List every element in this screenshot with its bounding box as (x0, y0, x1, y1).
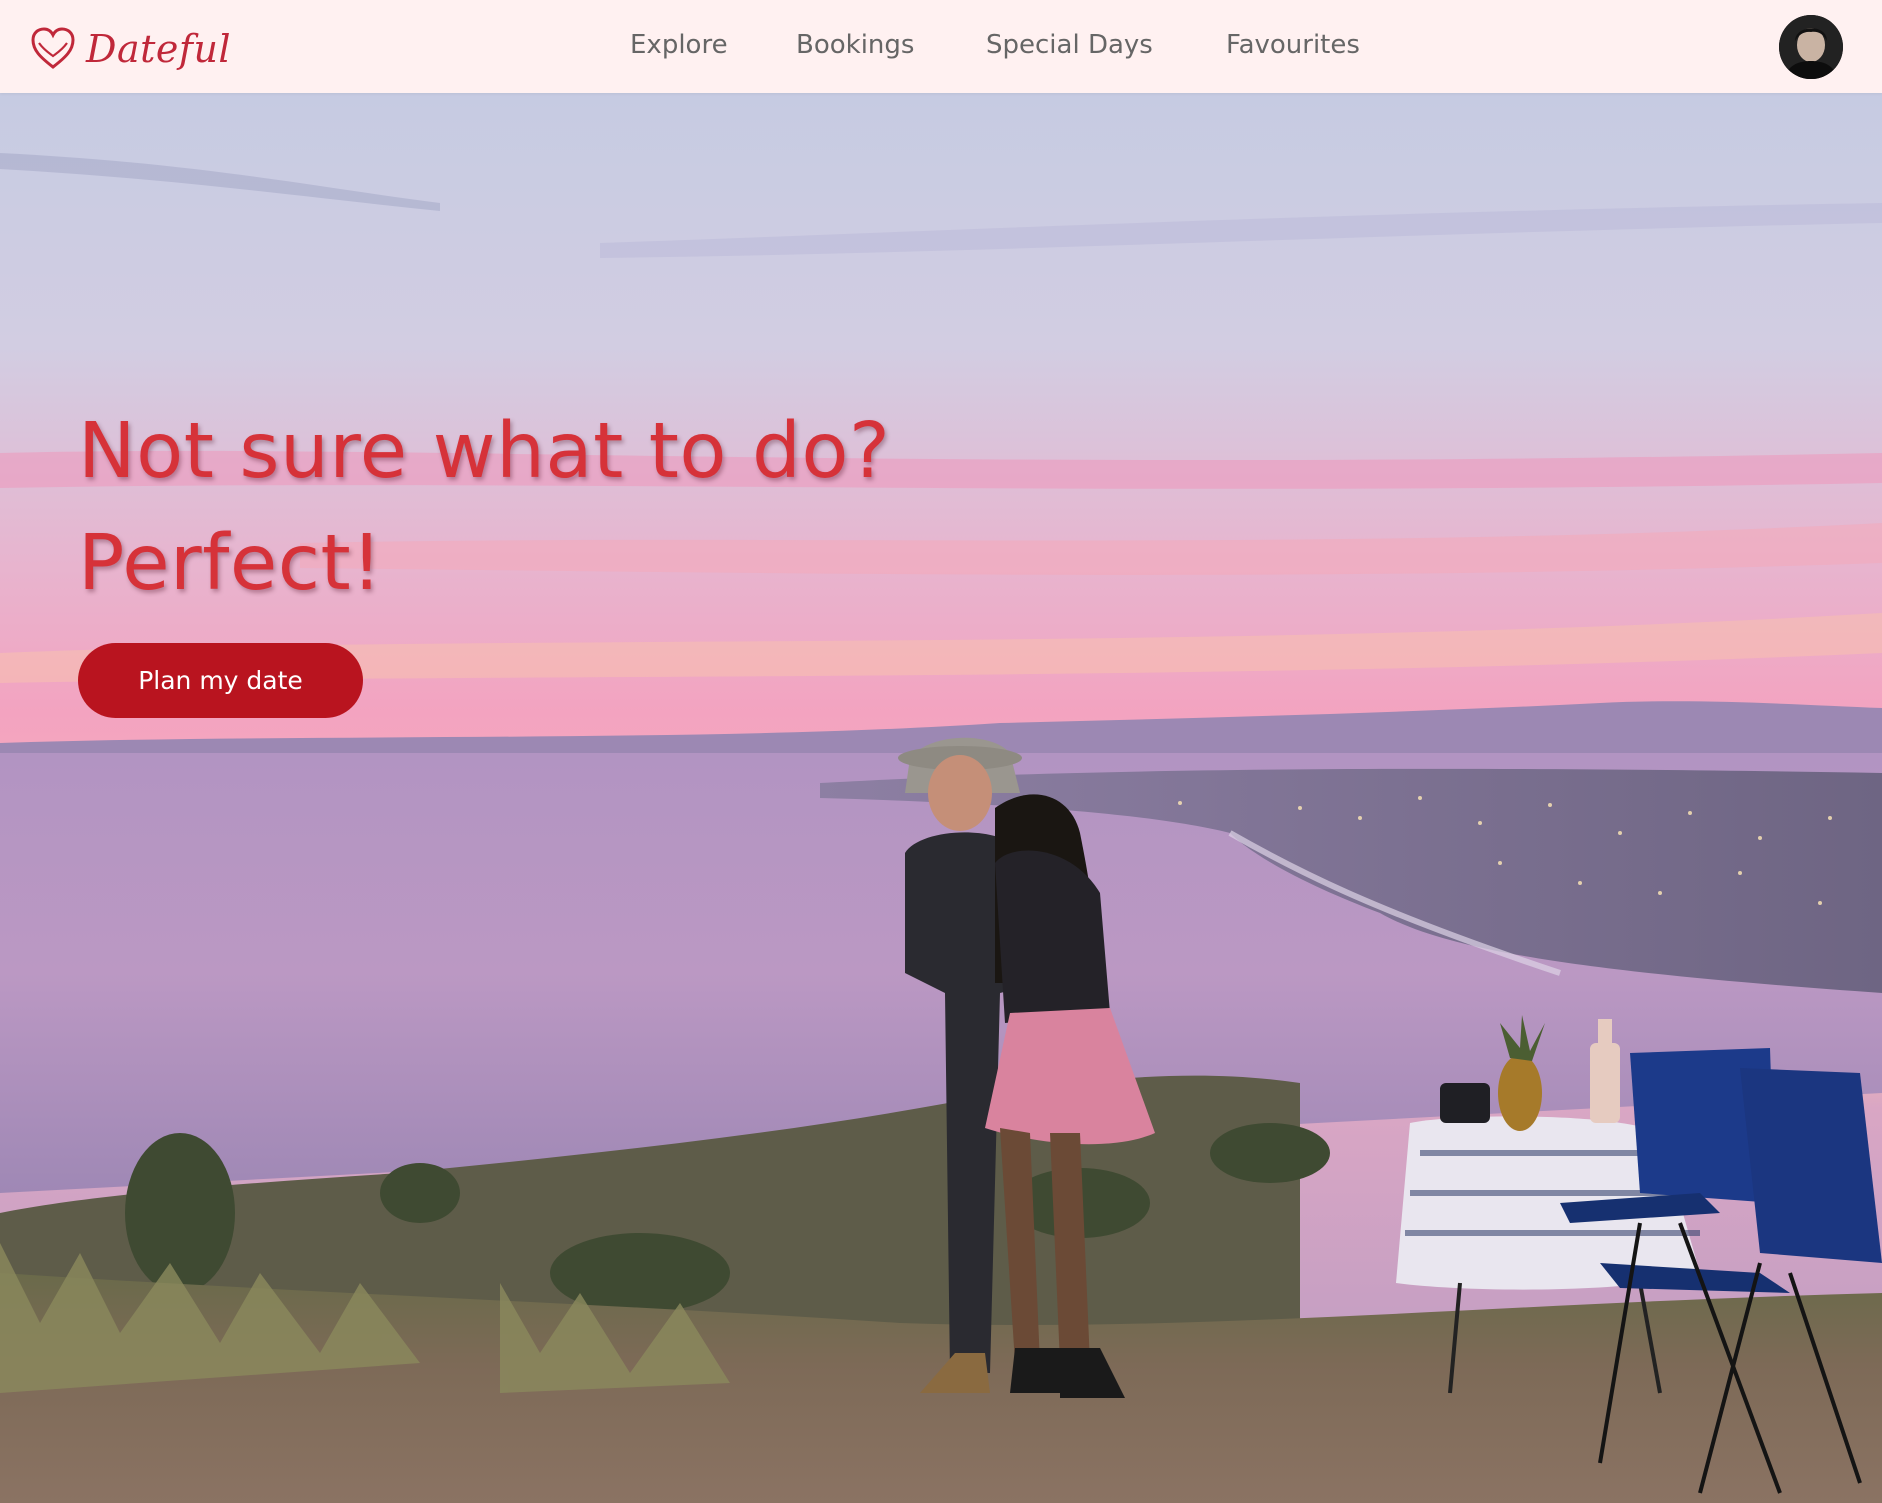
nav-favourites[interactable]: Favourites (1226, 30, 1360, 60)
plan-my-date-button[interactable]: Plan my date (78, 643, 363, 718)
hero-headline-line1: Not sure what to do? (78, 407, 891, 496)
hero-headline: Not sure what to do? Perfect! (78, 396, 890, 620)
brand-logo[interactable]: Dateful (30, 24, 231, 74)
nav-explore[interactable]: Explore (630, 30, 728, 60)
nav-special-days[interactable]: Special Days (986, 30, 1153, 60)
hero-background-image (0, 93, 1882, 1503)
hero-section: Not sure what to do? Perfect! Plan my da… (0, 93, 1882, 1503)
user-avatar[interactable] (1779, 15, 1843, 79)
heart-logo-icon (31, 27, 75, 69)
top-navbar: Dateful Explore Bookings Special Days Fa… (0, 0, 1882, 93)
user-avatar-icon (1779, 15, 1843, 79)
brand-name: Dateful (86, 27, 232, 71)
nav-bookings[interactable]: Bookings (796, 30, 914, 60)
hero-headline-line2: Perfect! (78, 519, 383, 608)
